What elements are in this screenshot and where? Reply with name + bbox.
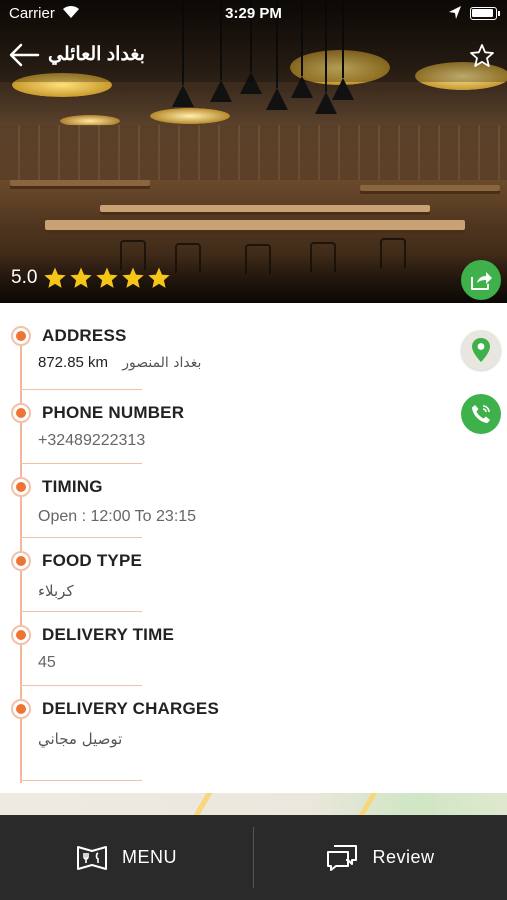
address-value: 872.85 km بغداد المنصور xyxy=(38,354,201,371)
food-type-value: كربلاء xyxy=(38,582,74,600)
delivery-charges-label: DELIVERY CHARGES xyxy=(42,699,220,718)
section-divider xyxy=(20,685,142,686)
rating-star-icon xyxy=(96,267,119,288)
section-divider xyxy=(20,611,142,612)
pendant-lamp xyxy=(266,88,288,110)
address-distance: 872.85 km xyxy=(38,354,109,371)
timeline-dot xyxy=(11,403,31,423)
dining-table xyxy=(100,205,430,212)
rating-star-icon xyxy=(148,267,171,288)
share-icon xyxy=(471,272,492,290)
review-tab[interactable]: Review xyxy=(254,815,507,900)
dining-table xyxy=(360,185,500,191)
timing-label: TIMING xyxy=(42,477,103,496)
timeline-dot xyxy=(11,699,31,719)
timeline-dot xyxy=(11,477,31,497)
map-preview[interactable] xyxy=(0,793,507,815)
clock: 3:29 PM xyxy=(225,5,282,22)
rating-star-icon xyxy=(122,267,145,288)
timeline-dot xyxy=(11,551,31,571)
bottom-tab-bar: MENU Review xyxy=(0,815,507,900)
menu-icon xyxy=(77,845,107,870)
address-area: بغداد المنصور xyxy=(122,355,202,371)
pendant-lamp xyxy=(172,85,194,107)
delivery-time-value: 45 xyxy=(38,654,56,671)
rating: 5.0 xyxy=(11,266,171,290)
restaurant-name: بغداد العائلي xyxy=(48,44,145,65)
map-pin-icon xyxy=(472,338,490,362)
navigation-bar: بغداد العائلي xyxy=(0,30,507,80)
food-type-label: FOOD TYPE xyxy=(42,551,143,570)
phone-value[interactable]: +32489222313 xyxy=(38,432,145,450)
section-divider xyxy=(20,389,142,390)
call-button[interactable] xyxy=(461,394,501,434)
ceiling-light xyxy=(150,108,230,124)
menu-tab[interactable]: MENU xyxy=(0,815,253,900)
timeline-dot xyxy=(11,326,31,346)
phone-icon xyxy=(472,405,490,423)
map-button[interactable] xyxy=(461,330,501,370)
review-chat-icon xyxy=(327,844,358,871)
back-arrow-icon[interactable] xyxy=(8,42,40,68)
section-divider xyxy=(20,780,142,781)
address-label: ADDRESS xyxy=(42,326,127,345)
share-button[interactable] xyxy=(461,260,501,300)
status-bar: Carrier 3:29 PM xyxy=(0,0,507,28)
pendant-lamp xyxy=(210,80,232,102)
delivery-time-label: DELIVERY TIME xyxy=(42,625,175,644)
timeline-dot xyxy=(11,625,31,645)
battery-icon xyxy=(470,7,500,20)
dining-table xyxy=(45,220,465,230)
section-divider xyxy=(20,463,142,464)
map-road xyxy=(193,793,213,815)
hero-wall xyxy=(0,125,507,185)
rating-star-icon xyxy=(44,267,67,288)
restaurant-details: ADDRESS 872.85 km بغداد المنصور PHONE NU… xyxy=(0,303,507,793)
location-services-icon xyxy=(449,6,461,19)
favorite-star-icon[interactable] xyxy=(468,42,496,70)
review-tab-label: Review xyxy=(372,847,435,867)
timing-value: Open : 12:00 To 23:15 xyxy=(38,508,197,525)
menu-tab-label: MENU xyxy=(122,847,177,867)
map-road xyxy=(358,793,378,815)
rating-star-icon xyxy=(70,267,93,288)
rating-value: 5.0 xyxy=(11,267,38,288)
section-divider xyxy=(20,537,142,538)
phone-label: PHONE NUMBER xyxy=(42,403,185,422)
delivery-charges-value: توصيل مجاني xyxy=(38,730,123,748)
dining-table xyxy=(10,180,150,186)
rating-stars xyxy=(43,266,171,290)
